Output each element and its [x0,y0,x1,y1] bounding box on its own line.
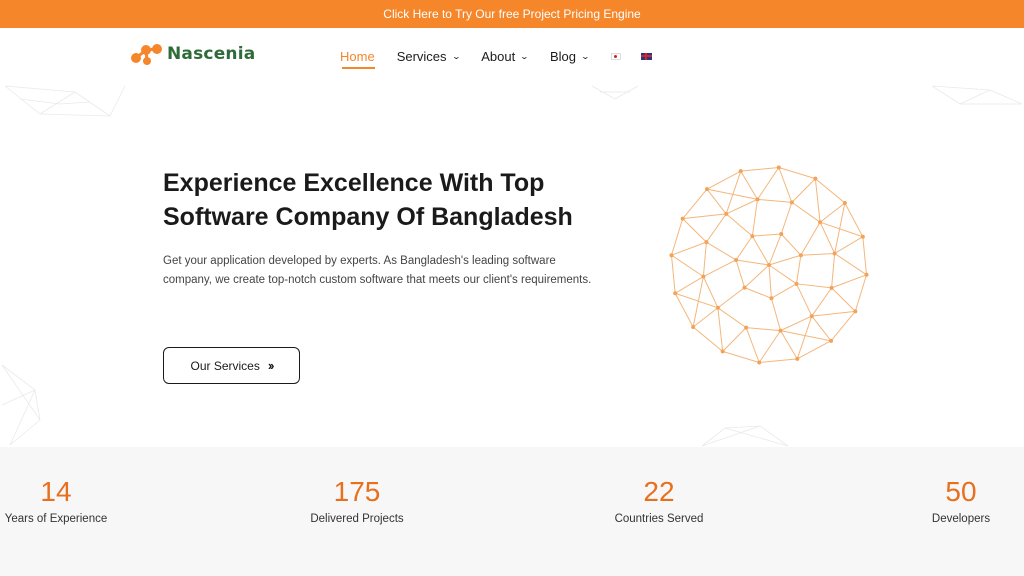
chevron-down-icon: ⌄ [451,51,461,61]
decorative-mesh-left [4,85,126,117]
site-header: Nascenia Home Services ⌄ About ⌄ Blog ⌄ [0,28,1024,84]
chevron-down-icon: ⌄ [519,51,530,61]
hero-description: Get your application developed by expert… [163,255,592,286]
hero-title-line-2: Software Company Of Bangladesh [163,203,573,231]
language-english[interactable] [640,28,652,84]
brand-name: Nascenia [167,44,256,64]
nav-item-home[interactable]: Home [340,28,375,84]
stats-section: 14 Years of Experience 175 Delivered Pro… [0,447,1024,576]
uk-flag-icon [640,52,652,60]
decorative-mesh-bottom [701,425,789,447]
nav-item-label: Blog [549,48,576,64]
our-services-button-label: Our Services [190,358,260,373]
decorative-mesh-top [591,85,639,100]
wireframe-globe-illustration [669,165,869,365]
chevron-down-icon: ⌄ [580,51,591,61]
nav-item-label: About [481,48,516,64]
decorative-mesh-left-bottom [1,364,41,446]
stat-developers: 50 Developers [881,475,1024,525]
japanese-flag-icon [610,52,621,60]
nav-item-label: Home [340,48,375,64]
pricing-engine-link[interactable]: Click Here to Try Our free Project Prici… [383,7,640,21]
stat-value: 22 [643,476,675,507]
logo[interactable]: Nascenia [130,41,255,67]
stat-value: 175 [333,476,381,507]
stat-years-of-experience: 14 Years of Experience [0,475,136,525]
stat-label: Countries Served [614,513,704,525]
nav-item-services[interactable]: Services ⌄ [396,28,461,84]
stat-label: Years of Experience [4,513,108,525]
stat-delivered-projects: 175 Delivered Projects [277,475,437,525]
hero-title: Experience Excellence With Top Software … [163,166,623,234]
decorative-mesh-right [931,85,1023,105]
our-services-button[interactable]: Our Services ›› [163,347,300,384]
announcement-bar: Click Here to Try Our free Project Prici… [0,0,1024,28]
nav-item-label: Services [396,48,447,64]
hero-title-line-1: Experience Excellence With Top [163,169,545,197]
stat-value: 14 [40,476,72,507]
nav-item-blog[interactable]: Blog ⌄ [549,28,591,84]
language-japanese[interactable] [610,28,621,84]
nascenia-logo-icon [131,44,162,65]
stat-value: 50 [945,476,977,507]
double-chevron-right-icon: ›› [267,358,275,373]
stat-label: Delivered Projects [310,513,404,525]
nav-item-about[interactable]: About ⌄ [481,28,530,84]
stat-label: Developers [931,513,991,525]
stat-countries-served: 22 Countries Served [579,475,739,525]
main-nav: Home Services ⌄ About ⌄ Blog ⌄ [340,28,672,84]
